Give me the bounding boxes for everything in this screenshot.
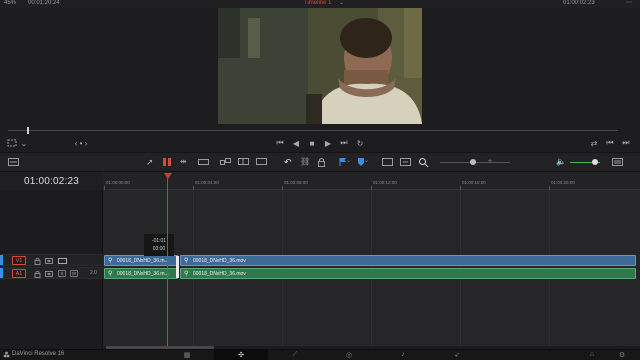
link-icon: ⚲ (184, 271, 189, 277)
overwrite-clip-icon[interactable] (238, 157, 249, 167)
clip-name: 00018_DNxHD_36.mov (193, 271, 246, 277)
trim-tooltip: -01:01 03:00 (144, 234, 174, 256)
more-options-icon[interactable]: ⋯ (626, 0, 632, 7)
track-destination-marker[interactable] (0, 268, 3, 278)
chevron-down-icon[interactable]: ⌄ (18, 137, 30, 149)
ruler-label: 01:00:16:00 (462, 180, 486, 185)
lock-icon[interactable] (316, 157, 327, 167)
audio-meter-icon[interactable] (612, 157, 623, 167)
track-header-a1[interactable]: A1 S M 2.0 (0, 267, 103, 279)
track-visibility-icon[interactable] (58, 257, 67, 265)
deliver-page-icon[interactable]: ➶ (430, 349, 484, 360)
record-timecode: 01:00:02:23 (563, 0, 595, 6)
chevron-down-icon[interactable]: ⌄ (339, 0, 344, 7)
timeline-name[interactable]: Timeline 1 (304, 0, 331, 7)
dynamic-trim-icon[interactable]: ⇹ (180, 157, 191, 167)
zoom-in-icon[interactable]: + (488, 157, 499, 167)
speaker-icon[interactable]: 🔈 (556, 157, 567, 167)
viewer-header: 45% 00:01:20:24 Timeline 1 ⌄ 01:00:02:23… (0, 0, 640, 8)
blade-tool-icon[interactable] (198, 157, 209, 167)
track-label[interactable]: V1 (12, 256, 26, 265)
trim-tool-icon[interactable] (162, 157, 173, 167)
audio-channel-level: 2.0 (90, 270, 97, 276)
trim-duration: 03:00 (152, 246, 166, 252)
lock-icon[interactable] (34, 270, 41, 278)
clip-name: 00018_DNxHD_36.m... (117, 258, 169, 264)
scrub-bar[interactable] (8, 130, 618, 131)
insert-clip-icon[interactable] (220, 157, 231, 167)
next-edit-icon[interactable]: ⏭ (620, 137, 632, 149)
video-frame (218, 8, 422, 124)
video-clip[interactable]: ⚲ 00018_DNxHD_36.mov (180, 255, 636, 266)
timeline-timecode[interactable]: 01:00:02:23 (0, 176, 103, 187)
settings-icon[interactable]: ⚙ (608, 349, 636, 360)
replace-clip-icon[interactable] (256, 157, 267, 167)
home-icon[interactable]: ⌂ (578, 349, 606, 360)
ruler-label: 01:00:00:00 (106, 180, 130, 185)
media-page-icon[interactable]: ▦ (160, 349, 214, 360)
edit-point-handle[interactable] (176, 256, 179, 278)
viewer-mode-icon[interactable] (6, 137, 18, 149)
loop-icon[interactable]: ↻ (354, 137, 366, 149)
auto-select-icon[interactable] (45, 257, 53, 265)
jog-control-icon[interactable]: ‹ • › (70, 137, 92, 149)
playhead-handle[interactable] (164, 173, 172, 179)
lock-icon[interactable] (34, 257, 41, 265)
ruler-label: 01:00:12:00 (373, 180, 397, 185)
edit-page-icon[interactable]: ✣ (214, 349, 268, 360)
fusion-page-icon[interactable]: ⟋ (268, 349, 322, 360)
auto-select-icon[interactable] (45, 270, 53, 278)
track-label[interactable]: A1 (12, 269, 26, 278)
snapping-icon[interactable]: ↶ (284, 157, 295, 167)
selection-tool-icon[interactable]: ➚ (146, 157, 157, 167)
play-icon[interactable]: ▶ (322, 137, 334, 149)
link-icon: ⚲ (108, 271, 113, 277)
zoom-custom-icon[interactable] (418, 157, 429, 167)
zoom-detail-icon[interactable] (400, 157, 411, 167)
timeline-view-options-icon[interactable] (8, 157, 19, 167)
app-name: DaVinci Resolve 16 (12, 351, 65, 357)
match-frame-icon[interactable]: ⇄ (588, 137, 600, 149)
zoom-level[interactable]: 45% (4, 0, 16, 7)
stop-icon[interactable]: ■ (306, 137, 318, 149)
clip-name: 00018_DNxHD_36.m... (117, 271, 169, 277)
zoom-slider-handle[interactable] (470, 159, 476, 165)
play-reverse-icon[interactable]: ◀ (290, 137, 302, 149)
volume-slider-handle[interactable] (592, 159, 598, 165)
ruler-label: 01:00:04:00 (195, 180, 219, 185)
zoom-full-icon[interactable] (382, 157, 393, 167)
chevron-down-icon[interactable]: ⌄ (364, 157, 375, 167)
source-timecode: 00:01:20:24 (28, 0, 60, 6)
trim-offset: -01:01 (151, 238, 167, 244)
link-icon: ⚲ (108, 258, 113, 264)
go-to-end-icon[interactable]: ⏭ (338, 137, 350, 149)
color-page-icon[interactable]: ◎ (322, 349, 376, 360)
previous-edit-icon[interactable]: ⏮ (604, 137, 616, 149)
clip-name: 00018_DNxHD_36.mov (193, 258, 246, 264)
ruler-label: 01:00:20:00 (551, 180, 575, 185)
davinci-logo-icon (3, 351, 10, 358)
audio-clip[interactable]: ⚲ 00018_DNxHD_36.mov (180, 268, 636, 279)
track-header-v1[interactable]: V1 (0, 254, 103, 266)
go-to-start-icon[interactable]: ⏮ (274, 137, 286, 149)
link-icon: ⚲ (184, 258, 189, 264)
playhead-line[interactable] (167, 178, 168, 347)
linked-selection-icon[interactable]: ⛓ (300, 157, 311, 167)
ruler-label: 01:00:08:00 (284, 180, 308, 185)
fairlight-page-icon[interactable]: ♪ (376, 349, 430, 360)
mute-button[interactable]: M (70, 270, 78, 277)
track-destination-marker[interactable] (0, 255, 3, 265)
solo-button[interactable]: S (58, 270, 66, 277)
scrub-playhead[interactable] (27, 127, 29, 134)
